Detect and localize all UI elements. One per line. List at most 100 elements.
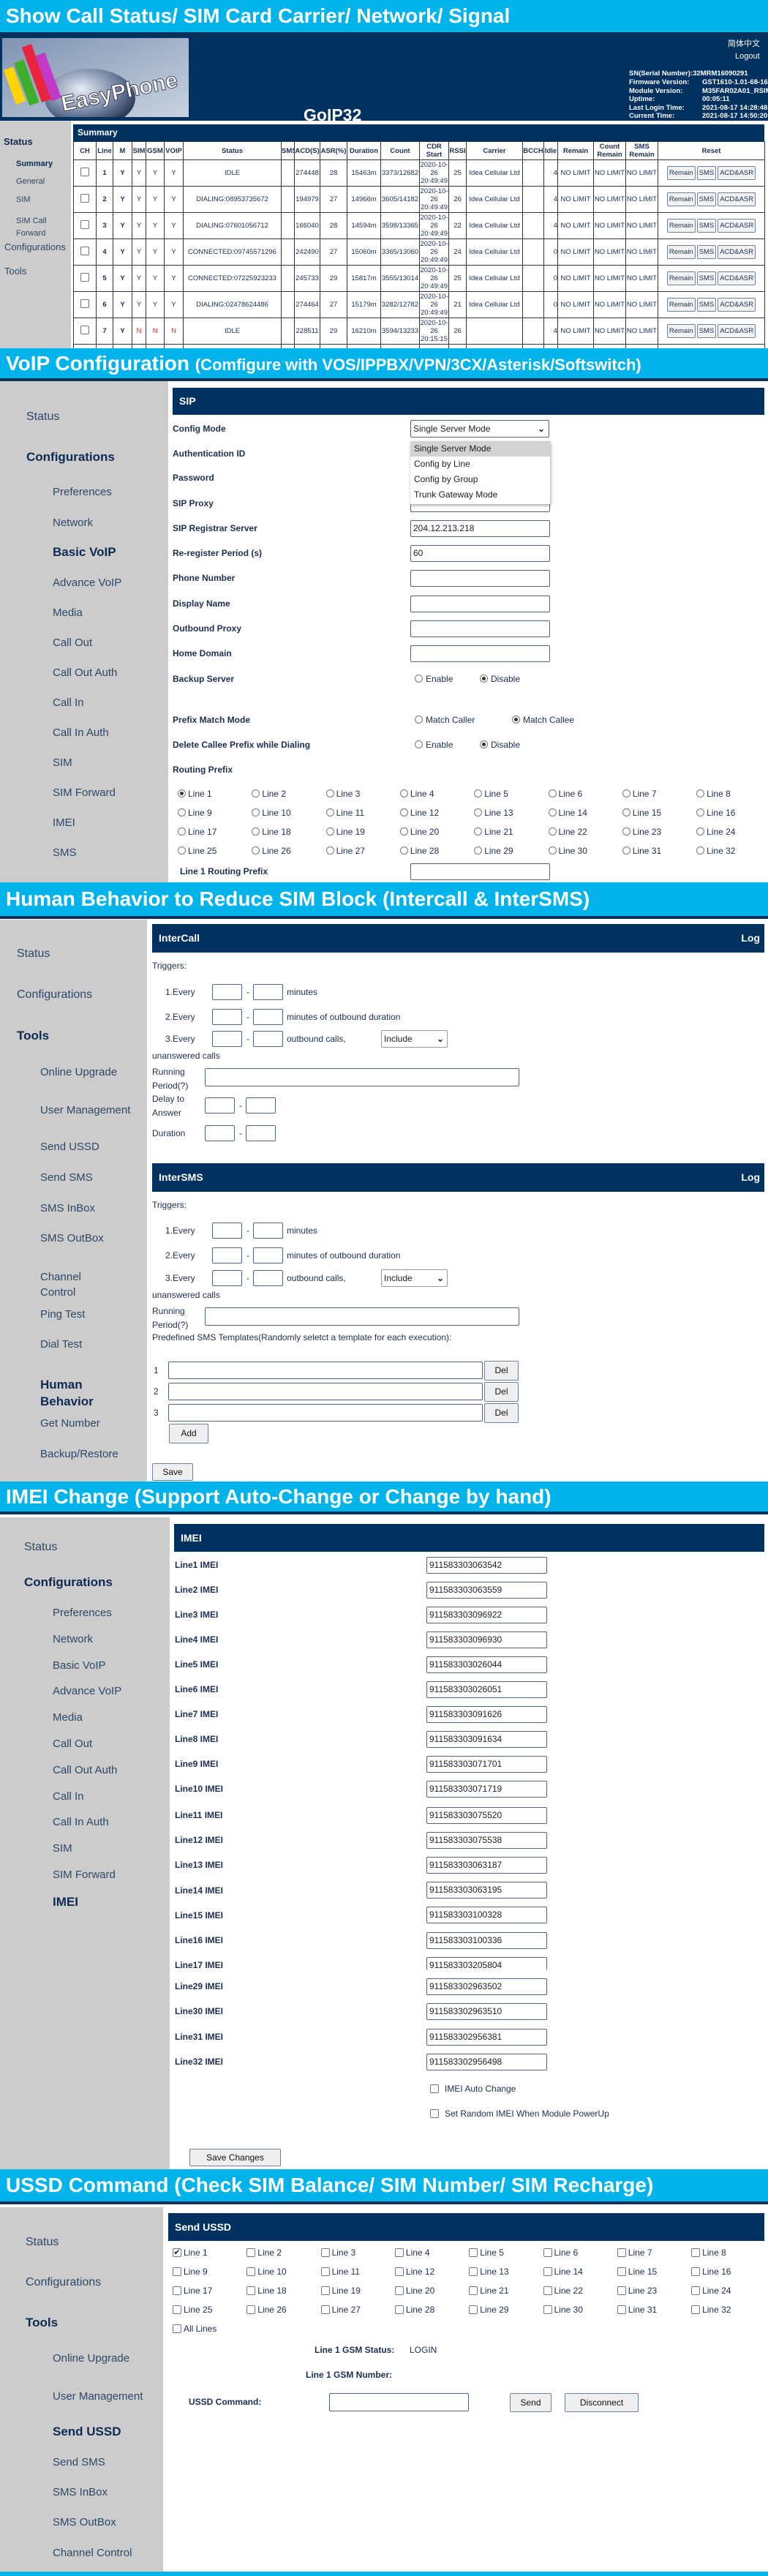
ussd-line-checkbox[interactable] — [173, 2305, 181, 2314]
prefix-match-mode-match-caller-radio[interactable] — [415, 716, 423, 724]
sidebar-item-call-in-auth[interactable]: Call In Auth — [53, 1816, 109, 1829]
backup-server-disable-radio[interactable] — [480, 675, 488, 683]
sidebar-item-call-out[interactable]: Call Out — [53, 1738, 92, 1751]
sidebar-item-sms-inbox[interactable]: SMS InBox — [40, 1202, 95, 1215]
intersms-running-period-input[interactable] — [205, 1307, 519, 1326]
sidebar-item-online-upgrade[interactable]: Online Upgrade — [40, 1066, 117, 1079]
ussd-line-checkbox[interactable] — [394, 2267, 404, 2276]
sidebar-item-network[interactable]: Network — [53, 517, 93, 530]
reset-sms-button[interactable]: SMS — [696, 271, 717, 285]
ussd-command-input[interactable] — [329, 2392, 469, 2411]
routing-line-radio[interactable] — [548, 789, 557, 797]
ussd-line-checkbox[interactable] — [469, 2305, 478, 2314]
routing-line-radio[interactable] — [474, 789, 483, 797]
imei-input[interactable]: 911583303063559 — [426, 1581, 547, 1599]
sidebar-item-backup-restore[interactable]: Backup/Restore — [40, 1448, 118, 1461]
line-routing-prefix-input[interactable] — [410, 863, 550, 880]
reset-sms-button[interactable]: SMS — [696, 166, 717, 180]
add-template-button[interactable]: Add — [169, 1424, 208, 1443]
routing-line-radio[interactable] — [474, 827, 483, 835]
reset-remain-button[interactable]: Remain — [666, 166, 696, 180]
routing-line-radio[interactable] — [399, 827, 408, 835]
reset-remain-button[interactable]: Remain — [666, 324, 696, 338]
reset-sms-button[interactable]: SMS — [696, 245, 717, 259]
ussd-line-checkbox[interactable] — [469, 2267, 478, 2276]
ussd-line-checkbox[interactable] — [394, 2305, 404, 2314]
sidebar-item-configurations[interactable]: Configurations — [24, 1576, 113, 1589]
row-checkbox[interactable] — [80, 168, 89, 176]
delete-template-button[interactable]: Del — [484, 1382, 519, 1402]
ussd-line-checkbox[interactable] — [691, 2305, 701, 2314]
sidebar-item-send-ussd[interactable]: Send USSD — [53, 2425, 121, 2438]
outbound-proxy-input[interactable] — [410, 620, 550, 637]
intersms-trigger3-min-input[interactable] — [212, 1270, 242, 1286]
routing-line-radio[interactable] — [399, 808, 408, 816]
send-button[interactable]: Send — [510, 2393, 551, 2412]
sidebar-item-preferences[interactable]: Preferences — [53, 486, 112, 499]
routing-line-radio[interactable] — [252, 808, 260, 816]
imei-input[interactable]: 911583302963502 — [426, 1978, 547, 1995]
duration-max-input[interactable] — [246, 1125, 276, 1141]
routing-line-radio[interactable] — [399, 846, 408, 855]
disconnect-button[interactable]: Disconnect — [565, 2393, 639, 2412]
ussd-line-checkbox[interactable] — [320, 2305, 330, 2314]
imei-input[interactable]: 911583303071701 — [426, 1755, 547, 1773]
sidebar-item-advance-voip[interactable]: Advance VoIP — [53, 577, 121, 590]
sidebar-item-configurations[interactable]: Configurations — [17, 988, 92, 1002]
ussd-line-checkbox[interactable] — [320, 2267, 330, 2276]
sidebar-item-channel-control[interactable]: Channel Control — [53, 2547, 132, 2560]
language-link[interactable]: 简体中文 — [728, 37, 760, 49]
config-mode-select[interactable]: Single Server Mode ⌄ — [410, 420, 549, 438]
sidebar-item-status[interactable]: Status — [26, 2236, 59, 2249]
row-checkbox[interactable] — [80, 273, 89, 282]
reset-acd-asr-button[interactable]: ACD&ASR — [718, 245, 756, 259]
routing-line-radio[interactable] — [325, 789, 334, 797]
intercall-trigger3-min-input[interactable] — [212, 1031, 242, 1047]
sidebar-item-sms-inbox[interactable]: SMS InBox — [53, 2486, 108, 2499]
intercall-include-select[interactable]: Include ⌄ — [381, 1030, 448, 1048]
reset-acd-asr-button[interactable]: ACD&ASR — [718, 192, 756, 206]
intersms-trigger2-min-input[interactable] — [212, 1247, 242, 1263]
routing-line-radio[interactable] — [325, 846, 334, 855]
intercall-trigger2-max-input[interactable] — [253, 1009, 283, 1025]
reset-sms-button[interactable]: SMS — [696, 324, 717, 338]
re-register-period-s-input[interactable]: 60 — [410, 544, 550, 562]
sidebar-item-sim-forward[interactable]: SIM Forward — [53, 786, 116, 800]
ussd-line-checkbox[interactable] — [543, 2248, 552, 2257]
row-checkbox[interactable] — [80, 299, 89, 308]
sidebar-item-status[interactable]: Status — [26, 410, 59, 424]
intersms-trigger3-max-input[interactable] — [253, 1270, 283, 1286]
ussd-line-checkbox[interactable] — [469, 2286, 478, 2295]
sidebar-item-call-in-auth[interactable]: Call In Auth — [53, 726, 109, 740]
delete-callee-prefix-while-dialing-disable-radio[interactable] — [480, 740, 488, 748]
row-checkbox[interactable] — [80, 247, 89, 255]
intercall-trigger1-max-input[interactable] — [253, 984, 283, 1000]
intercall-running-period-input[interactable] — [205, 1067, 519, 1086]
sidebar-item-basic-voip[interactable]: Basic VoIP — [53, 1659, 106, 1672]
ussd-line-checkbox[interactable] — [617, 2286, 626, 2295]
all-lines-checkbox[interactable] — [173, 2324, 181, 2333]
routing-line-radio[interactable] — [696, 808, 705, 816]
ussd-line-checkbox[interactable] — [246, 2267, 256, 2276]
ussd-line-checkbox[interactable]: ✔ — [173, 2248, 181, 2257]
ussd-line-checkbox[interactable] — [394, 2248, 404, 2257]
imei-input[interactable]: 911583302956498 — [426, 2053, 547, 2070]
sidebar-item-media[interactable]: Media — [53, 607, 83, 620]
delay-min-input[interactable] — [205, 1097, 235, 1114]
sidebar-item-online-upgrade[interactable]: Online Upgrade — [53, 2352, 129, 2365]
imei-input[interactable]: 911583303026051 — [426, 1681, 547, 1698]
imei-input[interactable]: 911583303063195 — [426, 1882, 547, 1899]
sidebar-item-call-out-auth[interactable]: Call Out Auth — [53, 1764, 117, 1777]
intercall-trigger1-min-input[interactable] — [212, 984, 242, 1000]
routing-line-radio[interactable] — [178, 808, 186, 816]
routing-line-radio[interactable] — [178, 846, 186, 855]
sidebar-item-user-management[interactable]: User Management — [53, 2389, 148, 2404]
reset-sms-button[interactable]: SMS — [696, 192, 717, 206]
sidebar-item-basic-voip[interactable]: Basic VoIP — [53, 546, 116, 559]
routing-line-radio[interactable] — [474, 846, 483, 855]
sidebar-item-sms-outbox[interactable]: SMS OutBox — [40, 1232, 104, 1245]
ussd-line-checkbox[interactable] — [543, 2305, 552, 2314]
sidebar-item-call-in[interactable]: Call In — [53, 1790, 84, 1803]
reset-remain-button[interactable]: Remain — [666, 219, 696, 233]
imei-input[interactable]: 911583303091626 — [426, 1705, 547, 1723]
